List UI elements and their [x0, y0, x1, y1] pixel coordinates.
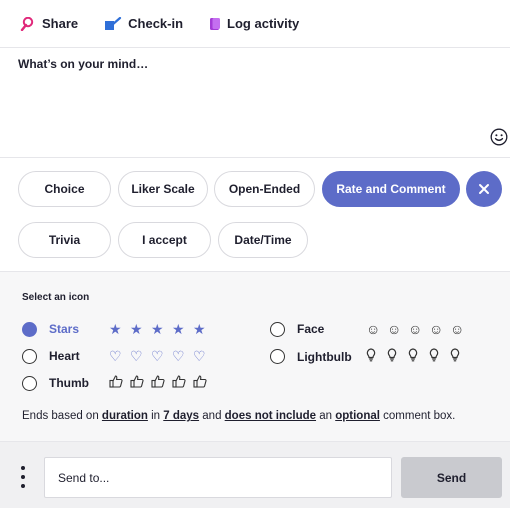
tab-check-in-label: Check-in — [128, 16, 184, 31]
thumb-radio[interactable] — [22, 375, 37, 391]
lightbulb-radio[interactable] — [270, 349, 285, 364]
icon-option-lightbulb[interactable]: Lightbulb — [270, 348, 471, 365]
heart-icon: ♡ — [151, 348, 164, 364]
lightbulb-icon — [408, 348, 429, 365]
icon-option-heart[interactable]: Heart ♡ ♡ ♡ ♡ ♡ — [22, 348, 214, 364]
days-link[interactable]: 7 days — [163, 410, 199, 422]
lightbulb-icon — [366, 348, 387, 365]
icon-settings-panel: Select an icon Stars ★ ★ ★ ★ ★ Face ☺ ☺ … — [0, 271, 510, 441]
megaphone-icon — [20, 16, 34, 31]
ends-an: an — [316, 410, 336, 422]
heart-icon: ♡ — [193, 348, 206, 364]
duration-link[interactable]: duration — [102, 410, 148, 422]
poll-type-date-time[interactable]: Date/Time — [218, 222, 308, 258]
lightbulb-icon — [429, 348, 450, 365]
lightbulb-icon — [450, 348, 471, 365]
post-type-tabs: Share Check-in Log activity — [0, 0, 510, 48]
smiley-icon: ☺ — [387, 321, 402, 337]
compose-placeholder[interactable]: What’s on your mind… — [18, 57, 148, 71]
thumb-preview — [109, 375, 214, 391]
close-poll-button[interactable] — [466, 171, 502, 207]
select-icon-label: Select an icon — [22, 292, 90, 303]
stars-radio[interactable] — [22, 321, 37, 337]
send-bar: Send to... Send — [0, 441, 510, 508]
smiley-icon: ☺ — [429, 321, 444, 337]
ends-in: in — [147, 410, 164, 422]
star-icon: ★ — [172, 321, 185, 337]
icon-option-stars[interactable]: Stars ★ ★ ★ ★ ★ — [22, 321, 214, 337]
poll-type-choice[interactable]: Choice — [18, 171, 111, 207]
ends-suffix: comment box. — [379, 410, 456, 422]
close-icon — [479, 184, 489, 194]
more-options-icon[interactable] — [20, 466, 26, 488]
heart-icon: ♡ — [109, 348, 122, 364]
compose-area[interactable]: What’s on your mind… — [0, 49, 510, 157]
poll-type-trivia[interactable]: Trivia — [18, 222, 111, 258]
tab-log-activity-label: Log activity — [227, 16, 300, 31]
ends-prefix: Ends based on — [22, 410, 102, 422]
thumbs-up-icon — [151, 375, 172, 391]
thumbs-up-icon — [172, 375, 193, 391]
heart-preview: ♡ ♡ ♡ ♡ ♡ — [109, 348, 214, 364]
heart-label: Heart — [49, 349, 80, 363]
end-condition-text: Ends based on duration in 7 days and doe… — [22, 410, 455, 422]
tab-share[interactable]: Share — [20, 16, 78, 31]
poll-type-open-ended[interactable]: Open-Ended — [214, 171, 315, 207]
stars-label: Stars — [49, 322, 80, 336]
star-icon: ★ — [130, 321, 143, 337]
poll-type-i-accept[interactable]: I accept — [118, 222, 211, 258]
heart-icon: ♡ — [172, 348, 185, 364]
smiley-icon: ☺ — [408, 321, 423, 337]
thumbs-up-icon — [109, 375, 130, 391]
tab-share-label: Share — [42, 16, 79, 31]
smiley-icon: ☺ — [450, 321, 465, 337]
poll-type-rate-and-comment[interactable]: Rate and Comment — [322, 171, 460, 207]
lightbulb-label: Lightbulb — [297, 349, 352, 364]
lightbulb-icon — [387, 348, 408, 365]
include-link[interactable]: does not include — [225, 410, 316, 422]
stars-preview: ★ ★ ★ ★ ★ — [109, 321, 214, 337]
smiley-icon: ☺ — [366, 321, 381, 337]
compose-divider — [0, 157, 510, 158]
icon-option-face[interactable]: Face ☺ ☺ ☺ ☺ ☺ — [270, 321, 471, 337]
face-radio[interactable] — [270, 321, 285, 337]
lightbulb-preview — [366, 348, 471, 365]
star-icon: ★ — [151, 321, 164, 337]
send-button[interactable]: Send — [401, 457, 502, 498]
heart-radio[interactable] — [22, 348, 37, 364]
star-icon: ★ — [193, 321, 206, 337]
optional-link[interactable]: optional — [335, 410, 380, 422]
thumbs-up-icon — [193, 375, 214, 391]
thumbs-up-icon — [130, 375, 151, 391]
face-preview: ☺ ☺ ☺ ☺ ☺ — [366, 321, 471, 337]
icon-option-thumb[interactable]: Thumb — [22, 375, 214, 391]
heart-icon: ♡ — [130, 348, 143, 364]
face-label: Face — [297, 322, 325, 336]
tab-check-in[interactable]: Check-in — [104, 16, 183, 31]
poll-type-liker-scale[interactable]: Liker Scale — [118, 171, 208, 207]
tab-log-activity[interactable]: Log activity — [209, 16, 299, 31]
thumb-label: Thumb — [49, 376, 89, 390]
emoji-button[interactable] — [490, 128, 508, 151]
log-icon — [210, 17, 221, 30]
flag-icon — [105, 16, 122, 30]
star-icon: ★ — [109, 321, 122, 337]
ends-and: and — [199, 410, 225, 422]
send-to-input[interactable]: Send to... — [44, 457, 392, 498]
smiley-icon — [490, 128, 508, 146]
